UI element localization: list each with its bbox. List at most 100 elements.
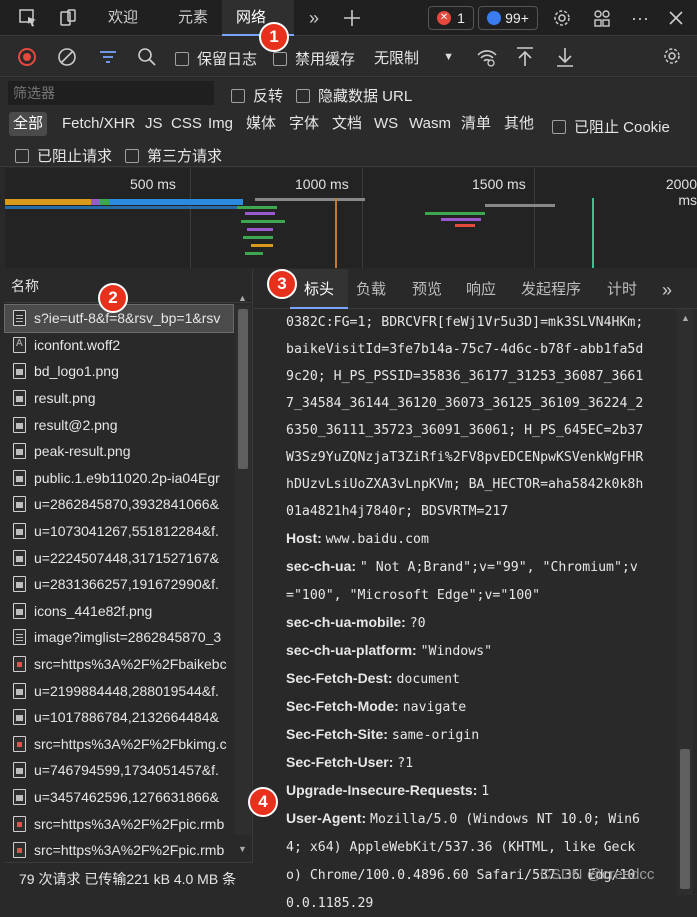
network-settings-gear-icon[interactable] <box>662 46 682 66</box>
throttle-select[interactable]: 无限制 ▼ <box>366 43 462 71</box>
preserve-log-box[interactable] <box>175 51 189 66</box>
invert-checkbox[interactable]: 反转 <box>231 85 283 106</box>
request-row[interactable]: result.png <box>5 385 233 412</box>
request-name: iconfont.woff2 <box>34 336 121 353</box>
close-devtools-icon[interactable] <box>658 0 694 36</box>
network-overview-timeline[interactable]: 500 ms 1000 ms 1500 ms 2000 ms <box>5 168 697 268</box>
scrollbar-thumb[interactable] <box>238 309 248 469</box>
details-scrollbar[interactable]: ▲ <box>677 309 693 895</box>
request-row[interactable]: image?imglist=2862845870_3 <box>5 624 233 651</box>
tab-response[interactable]: 响应 <box>466 269 496 309</box>
type-doc[interactable]: 文档 <box>328 112 366 136</box>
request-row[interactable]: bd_logo1.png <box>5 358 233 385</box>
request-row[interactable]: src=https%3A%2F%2Fbkimg.c <box>5 731 233 758</box>
header-value: "Windows" <box>420 644 493 659</box>
request-row[interactable]: result@2.png <box>5 411 233 438</box>
settings-gear-icon[interactable] <box>544 0 580 36</box>
clear-icon[interactable] <box>57 47 77 67</box>
request-row[interactable]: u=3457462596,1276631866& <box>5 784 233 811</box>
add-tab-icon[interactable] <box>334 0 370 36</box>
blocked-requests-box[interactable] <box>15 148 29 163</box>
request-row[interactable]: src=https%3A%2F%2Fpic.rmb <box>5 837 233 864</box>
type-media[interactable]: 媒体 <box>242 112 280 136</box>
search-icon[interactable] <box>137 47 157 67</box>
request-row[interactable]: u=1017886784,2132664484& <box>5 704 233 731</box>
filter-icon[interactable] <box>98 47 118 67</box>
tab-elements[interactable]: 元素 <box>164 0 222 36</box>
blocked-cookies-checkbox[interactable]: 已阻止 Cookie <box>552 116 670 137</box>
scroll-down-arrow-icon[interactable]: ▼ <box>238 844 247 854</box>
more-tabs-icon[interactable]: » <box>296 0 332 36</box>
network-toolbar: 保留日志 禁用缓存 无限制 ▼ <box>0 37 697 77</box>
request-row[interactable]: u=2862845870,3932841066& <box>5 491 233 518</box>
timeline-gridline <box>362 168 363 268</box>
inspect-element-icon[interactable] <box>10 0 46 36</box>
type-js[interactable]: JS <box>141 112 167 136</box>
timeline-tick-label: 1000 ms <box>295 176 349 192</box>
request-row[interactable]: u=2199884448,288019544&f. <box>5 677 233 704</box>
type-css[interactable]: CSS <box>167 112 206 136</box>
details-tabs: 标头 负载 预览 响应 发起程序 计时 » <box>254 269 697 309</box>
disable-cache-label: 禁用缓存 <box>295 51 356 68</box>
hide-data-urls-checkbox[interactable]: 隐藏数据 URL <box>296 85 412 106</box>
request-row[interactable]: src=https%3A%2F%2Fpic.rmb <box>5 810 233 837</box>
type-fetch-xhr[interactable]: Fetch/XHR <box>58 112 139 136</box>
scroll-up-arrow-icon[interactable]: ▲ <box>238 293 247 303</box>
name-column-header[interactable]: 名称 <box>5 269 252 303</box>
header-name: Sec-Fetch-Dest: <box>286 670 393 686</box>
tab-welcome[interactable]: 欢迎 <box>94 0 152 36</box>
tab-preview[interactable]: 预览 <box>412 269 442 309</box>
blocked-requests-checkbox[interactable]: 已阻止请求 <box>15 145 112 166</box>
message-count-badge[interactable]: 99+ <box>478 6 538 30</box>
filter-input[interactable] <box>8 81 214 105</box>
type-wasm[interactable]: Wasm <box>405 112 455 136</box>
request-row[interactable]: iconfont.woff2 <box>5 332 233 359</box>
network-conditions-icon[interactable] <box>476 46 498 68</box>
type-font[interactable]: 字体 <box>285 112 323 136</box>
import-har-icon[interactable] <box>515 46 535 68</box>
invert-box[interactable] <box>231 88 245 103</box>
scrollbar-thumb[interactable] <box>680 749 690 889</box>
type-img[interactable]: Img <box>204 112 237 136</box>
tab-headers[interactable]: 标头 <box>290 269 349 309</box>
request-row[interactable]: u=2224507448,3171527167& <box>5 544 233 571</box>
request-row[interactable]: src=https%3A%2F%2Fbaikebc <box>5 651 233 678</box>
third-party-box[interactable] <box>125 148 139 163</box>
scroll-up-arrow-icon[interactable]: ▲ <box>681 313 690 323</box>
request-list-scrollbar[interactable]: ▲ <box>235 293 251 835</box>
more-options-icon[interactable]: ··· <box>622 0 658 36</box>
request-row[interactable]: peak-result.png <box>5 438 233 465</box>
tab-initiator[interactable]: 发起程序 <box>521 269 581 309</box>
request-row[interactable]: u=2831366257,191672990&f. <box>5 571 233 598</box>
disable-cache-checkbox[interactable]: 禁用缓存 <box>273 48 355 69</box>
customize-icon[interactable] <box>584 0 620 36</box>
type-ws[interactable]: WS <box>370 112 402 136</box>
third-party-checkbox[interactable]: 第三方请求 <box>125 145 222 166</box>
type-manifest[interactable]: 清单 <box>457 112 495 136</box>
tab-payload[interactable]: 负载 <box>356 269 386 309</box>
hide-data-urls-box[interactable] <box>296 88 310 103</box>
header-list: Host: www.baidu.com sec-ch-ua: " Not A;Br… <box>286 525 674 917</box>
record-stop-icon[interactable] <box>17 47 37 67</box>
disable-cache-box[interactable] <box>273 51 287 66</box>
request-row[interactable]: icons_441e82f.png <box>5 598 233 625</box>
header-row: sec-ch-ua: " Not A;Brand";v="99", "Chrom… <box>286 553 674 609</box>
image-file-icon <box>13 788 26 805</box>
preserve-log-checkbox[interactable]: 保留日志 <box>175 48 257 69</box>
type-all[interactable]: 全部 <box>9 112 48 136</box>
request-row[interactable]: public.1.e9b11020.2p-ia04Egr <box>5 465 233 492</box>
tab-timing[interactable]: 计时 <box>607 269 637 309</box>
request-row[interactable]: u=746794599,1734051457&f. <box>5 757 233 784</box>
export-har-icon[interactable] <box>555 46 575 68</box>
request-name: u=3457462596,1276631866& <box>34 788 219 805</box>
blocked-cookies-box[interactable] <box>552 119 566 134</box>
image-file-icon <box>13 815 26 832</box>
device-emulation-icon[interactable] <box>50 0 86 36</box>
header-name: Host: <box>286 530 322 546</box>
error-count-badge[interactable]: ✕ 1 <box>428 6 474 30</box>
request-row[interactable]: u=1073041267,551812284&f. <box>5 518 233 545</box>
message-icon <box>487 11 502 25</box>
type-other[interactable]: 其他 <box>500 112 538 136</box>
resource-type-filter: 全部 Fetch/XHR JS CSS Img 媒体 字体 文档 WS Wasm… <box>0 109 697 139</box>
more-tabs-icon[interactable]: » <box>662 269 672 309</box>
